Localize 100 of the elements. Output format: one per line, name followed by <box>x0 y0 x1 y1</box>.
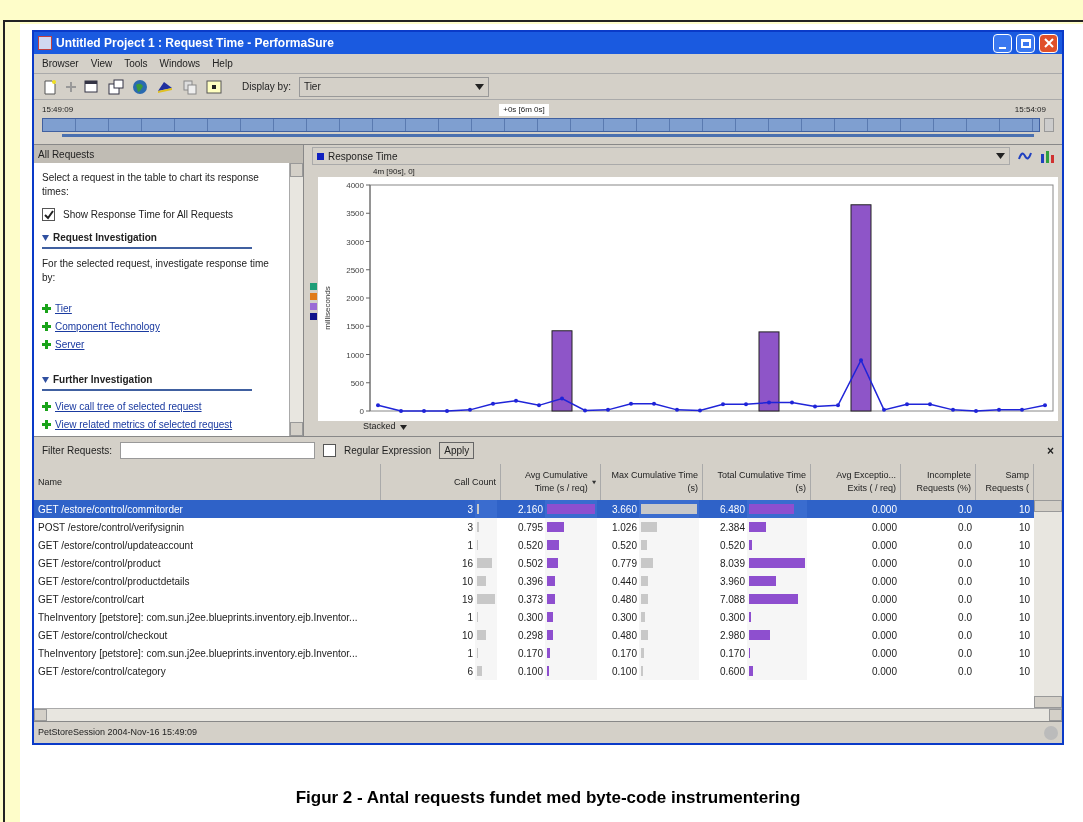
filter-label: Filter Requests: <box>42 444 113 458</box>
timeline-end-time: 15:54:09 <box>1014 104 1046 116</box>
table-cell-text: 0.0 <box>957 502 973 517</box>
table-cell-text: 0.170 <box>611 646 637 661</box>
table-cell-text: 0.000 <box>870 610 898 625</box>
maximize-button[interactable] <box>1016 33 1035 53</box>
table-cell-text: 0.000 <box>870 538 898 553</box>
y-axis-label: milliseconds <box>323 286 332 330</box>
table-cell-text: TheInventory [petstore]: com.sun.j2ee.blueprints.inventory.ejb.Inventor... <box>37 610 359 625</box>
section-header[interactable]: Request Investigation <box>42 230 252 249</box>
table-cell-text: 10 <box>1017 646 1031 661</box>
table-cell-text: 0.000 <box>870 574 898 589</box>
plus-icon <box>42 322 51 331</box>
table-cell-text: 16 <box>461 556 473 571</box>
window-icon[interactable] <box>84 78 100 95</box>
windows-icon[interactable] <box>108 78 124 95</box>
figure-caption: Figur 2 - Antal requests fundet med byte-code instrumentering <box>294 787 802 809</box>
table-cell-text: 2.160 <box>517 502 543 517</box>
table-cell-text: 0.170 <box>517 646 543 661</box>
checkbox[interactable] <box>323 444 337 457</box>
table-cell-text: 0.300 <box>719 610 745 625</box>
table-cell-text: 1 <box>467 610 473 625</box>
instruction-text: Select a request in the table to chart its response times: <box>42 171 260 199</box>
series-color-icon <box>317 152 324 160</box>
time-range-label: 4m [90s], 0] <box>373 167 416 177</box>
table-cell-text: 0.0 <box>957 520 973 535</box>
table-cell-text: 0.520 <box>719 538 745 553</box>
table-cell-text: 3.660 <box>611 502 637 517</box>
table-cell-text: 0.600 <box>719 664 745 679</box>
link[interactable]: Tier <box>55 301 72 316</box>
menu-item[interactable]: View <box>90 56 113 71</box>
menu-item[interactable]: Help <box>212 56 233 71</box>
table-cell-text: 0.100 <box>611 664 637 679</box>
horizontal-scrollbar[interactable] <box>34 708 1062 721</box>
table-cell-text: 0.298 <box>517 628 543 643</box>
display-by-select[interactable]: Tier <box>298 76 489 97</box>
caret-icon <box>996 153 1005 159</box>
globe-icon[interactable] <box>132 78 148 95</box>
link[interactable]: View related metrics of selected request <box>55 417 233 432</box>
y-tick-label: 2000 <box>346 294 364 303</box>
new-document-icon[interactable] <box>42 78 58 95</box>
y-tick-label: 3000 <box>346 237 364 247</box>
timeline-track[interactable] <box>42 118 1040 132</box>
y-tick-label: 4000 <box>346 181 364 190</box>
table-cell-text: TheInventory [petstore]: com.sun.j2ee.blueprints.inventory.ejb.Inventor... <box>37 646 359 661</box>
table-cell-text: 10 <box>461 574 473 589</box>
link[interactable]: View call tree of selected request <box>55 399 202 414</box>
table-cell-text: 0.0 <box>957 664 973 679</box>
table-cell-text: 0.779 <box>611 556 637 571</box>
table-cell-text: 0.000 <box>870 592 898 607</box>
table-cell-text: 0.000 <box>870 628 898 643</box>
table-cell-text: 0.520 <box>517 538 543 553</box>
vertical-scrollbar[interactable] <box>1034 500 1062 708</box>
table-cell-text: 1.026 <box>611 520 637 535</box>
minimize-button[interactable] <box>993 33 1012 53</box>
table-cell-text: 0.795 <box>517 520 543 535</box>
section-header[interactable]: Further Investigation <box>42 372 252 391</box>
table-cell-text: 7.088 <box>719 592 745 607</box>
table-cell-text: 6.480 <box>719 502 745 517</box>
table-cell-text: 6 <box>467 664 473 679</box>
table-cell-text: 1 <box>467 646 473 661</box>
table-row[interactable]: GET /estore/control/commitorder 3 2.160 3.660 6.480 0.000 0.0 10 <box>34 500 1034 518</box>
status-indicator-icon <box>1044 725 1058 740</box>
table-cell-text: 0.000 <box>870 646 898 661</box>
table-cell-text: 10 <box>1017 520 1031 535</box>
status-text: PetStoreSession 2004-Nov-16 15:49:09 <box>38 725 199 739</box>
table-cell-text: 8.039 <box>719 556 745 571</box>
import-icon[interactable] <box>206 78 222 95</box>
table-cell-text: GET /estore/control/commitorder <box>37 502 184 517</box>
table-cell-text: 0.440 <box>611 574 637 589</box>
checkbox-label: Regular Expression <box>344 444 432 458</box>
caret-icon <box>399 424 407 430</box>
vertical-scrollbar[interactable] <box>289 163 303 436</box>
table-cell-text: POST /estore/control/verifysignin <box>37 520 185 535</box>
table-cell-text: GET /estore/control/cart <box>37 592 145 607</box>
table-cell-text: 3 <box>467 520 473 535</box>
link[interactable]: Component Technology <box>55 319 160 334</box>
table-cell-text: 0.300 <box>517 610 543 625</box>
chart-selector[interactable]: Response Time <box>312 147 1010 165</box>
table-cell-text: 2.384 <box>719 520 745 535</box>
checkbox[interactable] <box>42 208 55 221</box>
stack-mode-dropdown[interactable]: Stacked <box>363 421 1058 433</box>
close-button[interactable] <box>1039 33 1058 53</box>
link[interactable]: Server <box>55 337 85 352</box>
table-cell-text: 0.520 <box>611 538 637 553</box>
menu-item[interactable]: Tools <box>124 56 148 71</box>
plus-icon <box>42 420 51 429</box>
timeline-window-label: +0s [6m 0s] <box>499 104 549 116</box>
apply-button[interactable]: Apply <box>439 442 475 459</box>
table-cell-text: 0.480 <box>611 628 637 643</box>
filter-input[interactable] <box>120 442 316 459</box>
window-title: Untitled Project 1 : Request Time - PerformaSure <box>56 35 334 52</box>
panel-title: All Requests <box>34 145 303 163</box>
table-cell-text: 0.0 <box>957 592 973 607</box>
table-cell-text: GET /estore/control/checkout <box>37 628 169 643</box>
menu-item[interactable]: Windows <box>159 56 201 71</box>
close-button[interactable]: × <box>1047 441 1054 460</box>
bar-chart-icon[interactable] <box>1040 149 1054 163</box>
menu-item[interactable]: Browser <box>42 56 79 71</box>
app-icon <box>38 36 52 50</box>
